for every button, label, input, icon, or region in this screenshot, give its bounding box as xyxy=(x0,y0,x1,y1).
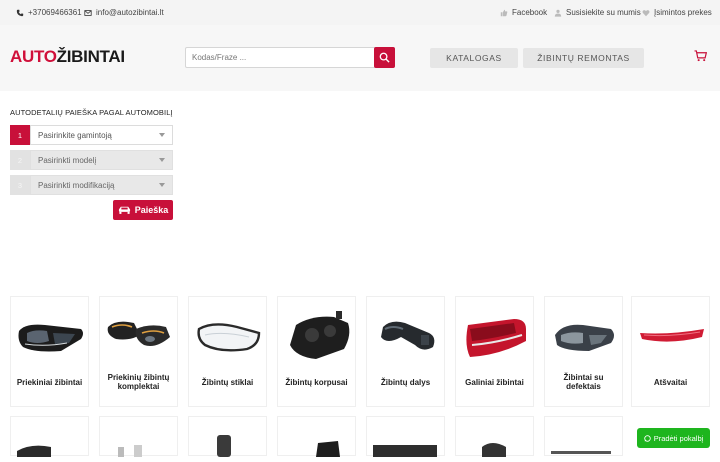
step-number-3: 3 xyxy=(10,175,30,195)
category-card-row2[interactable] xyxy=(544,416,623,456)
search-input[interactable] xyxy=(186,48,376,67)
cart-icon[interactable] xyxy=(694,50,707,62)
chevron-down-icon xyxy=(159,183,165,187)
category-label: Priekinių žibintų komplektai xyxy=(107,373,170,391)
chevron-down-icon xyxy=(159,158,165,162)
saved-link[interactable]: Įsimintos prekes xyxy=(642,8,712,17)
modification-select[interactable]: 3 Pasirinkti modifikaciją xyxy=(10,175,173,195)
finder-title: AUTODETALIŲ PAIEŠKA PAGAL AUTOMOBILĮ xyxy=(10,108,173,117)
phone-link[interactable]: +37069466361 xyxy=(16,8,82,17)
headlight-housing-image xyxy=(290,311,350,359)
facebook-text: Facebook xyxy=(512,8,548,17)
category-card-parts[interactable]: Žibintų dalys xyxy=(366,296,445,407)
category-card-row2[interactable] xyxy=(10,416,89,457)
logo-zibintai: ŽIBINTAI xyxy=(56,47,125,66)
manufacturer-select-label: Pasirinkite gamintoją xyxy=(38,130,112,140)
phone-icon xyxy=(16,9,24,16)
category-label: Žibintų dalys xyxy=(380,377,431,387)
nav-catalog-button[interactable]: KATALOGAS xyxy=(430,48,518,68)
category-label: Žibintų korpusai xyxy=(285,377,348,387)
headlight-set-image xyxy=(107,321,170,346)
product-image xyxy=(316,441,340,457)
product-image xyxy=(118,445,142,457)
search-button[interactable] xyxy=(374,47,395,68)
heart-icon xyxy=(642,9,650,16)
product-image xyxy=(373,445,437,457)
product-image xyxy=(482,443,506,457)
search-box xyxy=(185,47,395,68)
logo-auto: AUTO xyxy=(10,47,57,66)
email-link[interactable]: info@autozibintai.lt xyxy=(84,8,164,17)
chevron-down-icon xyxy=(159,133,165,137)
product-image xyxy=(17,445,51,457)
defective-headlight-image xyxy=(555,324,614,351)
category-label: Žibintai su defektais xyxy=(563,373,604,391)
thumbs-up-icon xyxy=(500,9,508,16)
modification-select-label: Pasirinkti modifikaciją xyxy=(38,180,115,190)
whatsapp-icon xyxy=(643,434,651,442)
headlight-lens-image xyxy=(197,323,261,352)
category-card-row2[interactable] xyxy=(99,416,178,457)
category-card-lenses[interactable]: Žibintų stiklai xyxy=(188,296,267,407)
logo[interactable]: AUTO ŽIBINTAI xyxy=(10,47,125,67)
category-label: Galiniai žibintai xyxy=(465,377,524,387)
contact-text: Susisiekite su mumis xyxy=(566,8,641,17)
category-card-row2[interactable] xyxy=(455,416,534,457)
category-card-headlight-sets[interactable]: Priekinių žibintų komplektai xyxy=(99,296,178,407)
product-image xyxy=(217,435,231,457)
car-icon xyxy=(118,206,130,214)
facebook-link[interactable]: Facebook xyxy=(500,8,547,17)
category-label: Atšvaitai xyxy=(653,377,688,387)
reflector-image xyxy=(640,329,704,342)
category-card-row2[interactable] xyxy=(366,416,445,457)
step-number-1: 1 xyxy=(10,125,30,145)
taillight-image xyxy=(466,319,526,357)
chat-label: Pradėti pokalbį xyxy=(653,433,704,443)
headlight-part-image xyxy=(381,321,435,350)
model-select[interactable]: 2 Pasirinkti modelį xyxy=(10,150,173,170)
category-card-reflectors[interactable]: Atšvaitai xyxy=(631,296,710,407)
category-card-row2[interactable] xyxy=(188,416,267,457)
contact-link[interactable]: Susisiekite su mumis xyxy=(554,8,641,17)
header: AUTO ŽIBINTAI KATALOGAS ŽIBINTŲ REMONTAS xyxy=(0,25,720,91)
finder-search-label: Paieška xyxy=(134,205,169,215)
category-card-row2[interactable] xyxy=(277,416,356,457)
model-select-label: Pasirinkti modelį xyxy=(38,155,97,165)
nav-repair-button[interactable]: ŽIBINTŲ REMONTAS xyxy=(523,48,644,68)
envelope-icon xyxy=(84,9,92,16)
category-card-defective[interactable]: Žibintai su defektais xyxy=(544,296,623,407)
user-icon xyxy=(554,9,562,17)
manufacturer-select[interactable]: 1 Pasirinkite gamintoją xyxy=(10,125,173,145)
phone-text: +37069466361 xyxy=(28,8,82,17)
category-label: Priekiniai žibintai xyxy=(16,377,83,387)
top-bar: +37069466361 info@autozibintai.lt Facebo… xyxy=(0,0,720,25)
search-icon xyxy=(379,52,390,63)
step-number-2: 2 xyxy=(10,150,30,170)
category-label: Žibintų stiklai xyxy=(201,377,254,387)
chat-button[interactable]: Pradėti pokalbį xyxy=(637,428,710,448)
category-card-housings[interactable]: Žibintų korpusai xyxy=(277,296,356,407)
finder-search-button[interactable]: Paieška xyxy=(113,200,173,220)
product-image xyxy=(551,451,611,454)
email-text: info@autozibintai.lt xyxy=(96,8,164,17)
headlight-image xyxy=(18,324,83,352)
saved-text: Įsimintos prekes xyxy=(654,8,712,17)
category-card-headlights[interactable]: Priekiniai žibintai xyxy=(10,296,89,407)
category-card-taillights[interactable]: Galiniai žibintai xyxy=(455,296,534,407)
